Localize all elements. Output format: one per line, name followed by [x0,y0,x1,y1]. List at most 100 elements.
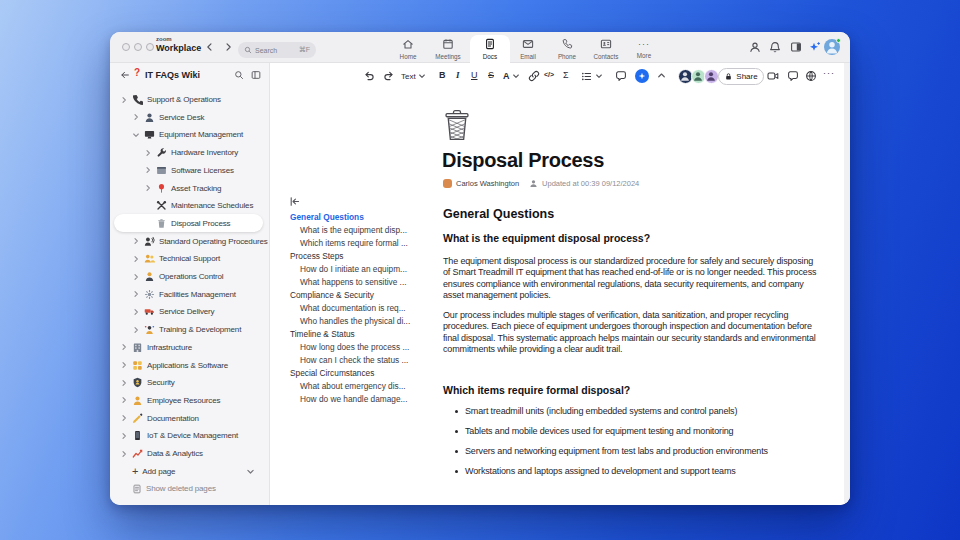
sidebar-item-disposal-process[interactable]: Disposal Process [114,214,263,232]
nav-back-button[interactable] [204,41,216,55]
question-heading-2: Which items require formal disposal? [443,384,630,396]
ai-companion-button[interactable] [635,69,649,83]
titlebar: zoom Workplace Search ⌘F Home Meetings D… [110,32,850,63]
doc-byline: Carlos Washington Updated at 00:39 09/12… [443,179,639,188]
toc-item[interactable]: What is the equipment disp... [300,225,407,235]
question-heading-1: What is the equipment disposal process? [443,232,650,244]
comment-icon[interactable] [615,70,627,82]
sidebar-item-support-operations[interactable]: Support & Operations [114,91,263,109]
sidebar-item-training-development[interactable]: Training & Development [114,321,263,339]
chat-icon[interactable] [787,70,799,82]
notifications-bell-icon[interactable] [769,41,782,54]
window-close-button[interactable] [122,43,130,51]
zoom-logo: zoom [156,36,172,42]
sidebar-item-service-desk[interactable]: Service Desk [114,108,263,126]
tab-meetings[interactable]: Meetings [428,35,468,63]
toc-item[interactable]: Compliance & Security [290,290,374,300]
global-search-input[interactable]: Search ⌘F [238,42,316,58]
tab-contacts[interactable]: Contacts [586,35,626,63]
add-page-button[interactable]: + Add page [114,462,263,480]
user-avatar[interactable] [824,39,840,55]
redo-button[interactable] [383,70,395,82]
sidebar-collapse-icon[interactable] [251,70,261,80]
bullet-item: Servers and networking equipment from te… [443,446,823,456]
toc-item[interactable]: How do we handle damage... [300,394,407,404]
add-page-chevron-icon[interactable] [246,467,255,476]
globe-icon[interactable] [805,70,817,82]
bold-button[interactable]: B [439,70,446,80]
side-panel-toggle-icon[interactable] [790,41,803,54]
italic-button[interactable]: I [456,70,460,80]
toc-item[interactable]: What documentation is req... [300,303,406,313]
sidebar-item-asset-tracking[interactable]: Asset Tracking [114,179,263,197]
sidebar-item-standard-operating-procedures[interactable]: Standard Operating Procedures [114,232,263,250]
collapse-toolbar-icon[interactable] [656,70,667,81]
toc-item[interactable]: Timeline & Status [290,329,355,339]
doc-scrollbar-track[interactable] [844,63,850,505]
toc-item[interactable]: Process Steps [290,251,344,261]
wiki-sidebar: ? IT FAQs Wiki Support & Operations Serv… [110,63,270,505]
sidebar-search-icon[interactable] [234,70,244,80]
toc-item[interactable]: Which items require formal ... [300,238,408,248]
code-icon[interactable]: </> [544,71,554,78]
zoom-workplace-window: zoom Workplace Search ⌘F Home Meetings D… [110,32,850,505]
section-heading: General Questions [443,207,554,221]
toc-item[interactable]: What happens to sensitive ... [300,277,407,287]
toc-item[interactable]: How do I initiate an equipm... [300,264,407,274]
sidebar-item-infrastructure[interactable]: Infrastructure [114,338,263,356]
doc-title: Disposal Process [442,149,604,172]
profile-icon[interactable] [749,41,762,54]
online-status-dot [836,38,841,43]
search-icon [244,46,252,54]
bullet-item: Workstations and laptops assigned to dev… [443,466,823,476]
sidebar-item-applications-software[interactable]: Applications & Software [114,356,263,374]
text-style-dropdown[interactable]: Text [401,70,426,82]
undo-button[interactable] [363,70,375,82]
sidebar-item-hardware-inventory[interactable]: Hardware Inventory [114,144,263,162]
show-deleted-pages-button[interactable]: Show deleted pages [114,480,263,498]
tab-docs[interactable]: Docs [470,35,510,63]
sidebar-item-equipment-management[interactable]: Equipment Management [114,126,263,144]
list-format-dropdown[interactable] [581,70,603,82]
window-minimize-button[interactable] [134,43,142,51]
formula-icon[interactable]: Σ [563,70,569,80]
underline-button[interactable]: U [471,70,478,80]
strikethrough-button[interactable]: S [488,70,494,80]
video-camera-icon[interactable] [767,70,779,82]
paragraph-1: The equipment disposal process is our st… [443,256,818,301]
toc-item[interactable]: General Questions [290,212,364,222]
tab-email[interactable]: Email [508,35,548,63]
text-color-dropdown[interactable]: A [503,70,520,82]
toc-item[interactable]: Special Circumstances [290,368,374,378]
toc-item[interactable]: How can I check the status ... [300,355,408,365]
sidebar-item-data-analytics[interactable]: Data & Analytics [114,445,263,463]
toc-item[interactable]: Who handles the physical di... [300,316,410,326]
toc-item[interactable]: What about emergency dis... [300,381,406,391]
toc-item[interactable]: How long does the process ... [300,342,409,352]
window-zoom-button[interactable] [146,43,154,51]
share-button[interactable]: Share [718,68,764,85]
bullet-item: Smart treadmill units (including embedde… [443,406,823,416]
sidebar-back-icon[interactable] [120,70,130,80]
tab-phone[interactable]: Phone [547,35,587,63]
doc-emoji-trash-icon [443,108,471,142]
toc-collapse-icon[interactable] [289,196,300,207]
sidebar-item-documentation[interactable]: Documentation [114,409,263,427]
link-icon[interactable] [528,70,540,82]
sidebar-item-iot-device-management[interactable]: IoT & Device Management [114,427,263,445]
sidebar-item-technical-support[interactable]: Technical Support [114,250,263,268]
sidebar-item-facilities-management[interactable]: Facilities Management [114,285,263,303]
sidebar-item-software-licenses[interactable]: Software Licenses [114,161,263,179]
more-options-icon[interactable]: ··· [823,68,835,78]
nav-forward-button[interactable] [223,41,235,55]
sidebar-item-service-delivery[interactable]: Service Delivery [114,303,263,321]
sidebar-item-operations-control[interactable]: Operations Control [114,268,263,286]
sidebar-item-maintenance-schedules[interactable]: Maintenance Schedules [114,197,263,215]
tab-home[interactable]: Home [388,35,428,63]
sidebar-item-security[interactable]: Security [114,374,263,392]
collaborator-avatar-3[interactable] [704,69,719,84]
tab-more[interactable]: ···More [624,35,664,63]
ai-companion-icon[interactable] [809,41,822,54]
sidebar-item-employee-resources[interactable]: Employee Resources [114,391,263,409]
plus-icon: + [132,465,138,477]
